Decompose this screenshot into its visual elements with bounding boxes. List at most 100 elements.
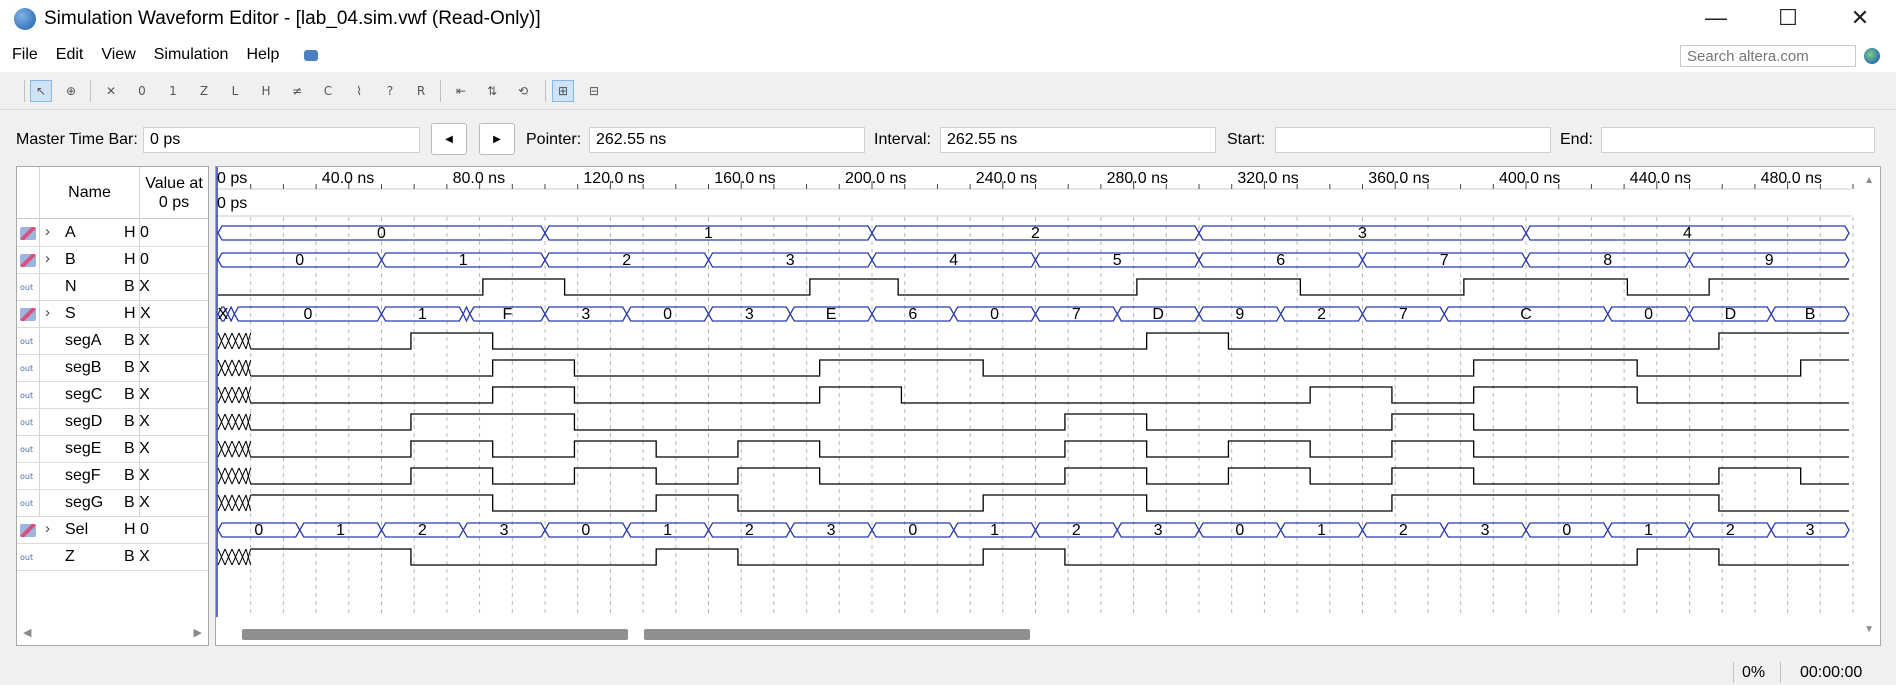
random-values-icon[interactable]: ?: [379, 80, 401, 102]
bus-value-label: 1: [990, 522, 999, 539]
waveform-panel[interactable]: 0 ps 40.0 ns 80.0 ns 120.0 ns 160.0 ns 200.0 …: [215, 166, 1881, 646]
signal-name: Sel: [65, 521, 89, 538]
menu-file[interactable]: File: [5, 46, 45, 64]
selection-tool-icon[interactable]: ↖: [30, 80, 52, 102]
bus-value-label: 9: [1235, 306, 1244, 323]
signal-value: H 0: [124, 521, 149, 538]
signal-row-n[interactable]: out N B X: [17, 274, 208, 301]
signal-row-segg[interactable]: out segG B X: [17, 490, 208, 517]
bus-value-label: 1: [704, 225, 713, 242]
names-horizontal-scrollbar[interactable]: ◀ ▶: [17, 623, 208, 645]
next-transition-button[interactable]: ▶: [479, 123, 515, 155]
force-high-impedance-icon[interactable]: Z: [193, 80, 215, 102]
globe-icon[interactable]: [1864, 48, 1880, 64]
group-icon[interactable]: ⊟: [583, 80, 605, 102]
status-separator: [1780, 662, 1781, 683]
bus-value-label: B: [1805, 306, 1816, 323]
bus-value-label: 3: [827, 522, 836, 539]
overwrite-value-icon[interactable]: R: [410, 80, 432, 102]
ruler-tick-label: 0 ps: [217, 170, 247, 187]
output-pin-icon: out: [20, 337, 34, 346]
expand-chevron-icon[interactable]: ›: [45, 304, 50, 321]
bus-segment: [227, 305, 236, 323]
grid-icon[interactable]: ⊞: [552, 80, 574, 102]
signal-row-sega[interactable]: out segA B X: [17, 328, 208, 355]
bus-value-label: 0: [581, 522, 590, 539]
ruler-tick-label: 80.0 ns: [453, 170, 505, 187]
ruler-tick-label: 400.0 ns: [1499, 170, 1560, 187]
signal-row-segc[interactable]: out segC B X: [17, 382, 208, 409]
ruler-tick-label: 480.0 ns: [1761, 170, 1822, 187]
count-value-icon[interactable]: C: [317, 80, 339, 102]
bus-value-label: 1: [336, 522, 345, 539]
invert-icon[interactable]: ≠: [286, 80, 308, 102]
bus-value-label: 0: [377, 225, 386, 242]
waveform-canvas[interactable]: 0 ps 40.0 ns 80.0 ns 120.0 ns 160.0 ns 200.0 …: [216, 167, 1880, 622]
menu-view[interactable]: View: [94, 46, 142, 64]
signal-name: segD: [65, 413, 103, 430]
scroll-up-icon[interactable]: ▲: [1864, 175, 1874, 186]
maximize-button[interactable]: ☐: [1752, 0, 1824, 36]
signal-value: B X: [124, 440, 150, 457]
force-low-icon[interactable]: 0: [131, 80, 153, 102]
value-at-label: Value at: [145, 175, 203, 192]
start-label: Start:: [1227, 131, 1266, 148]
reset-icon[interactable]: ⟲: [512, 80, 534, 102]
clock-icon[interactable]: ⌇: [348, 80, 370, 102]
menu-simulation[interactable]: Simulation: [147, 46, 236, 64]
name-column-header[interactable]: Name: [39, 167, 139, 219]
snap-to-grid-icon[interactable]: ⇤: [450, 80, 472, 102]
signal-row-sege[interactable]: out segE B X: [17, 436, 208, 463]
bus-value-label: 7: [1399, 306, 1408, 323]
bus-value-label: 3: [786, 252, 795, 269]
force-weak-low-icon[interactable]: L: [224, 80, 246, 102]
output-pin-icon: out: [20, 499, 34, 508]
waveform-scrollbar-thumb-left[interactable]: [242, 629, 628, 640]
signal-row-segd[interactable]: out segD B X: [17, 409, 208, 436]
close-button[interactable]: ✕: [1824, 0, 1896, 36]
force-weak-high-icon[interactable]: H: [255, 80, 277, 102]
expand-chevron-icon[interactable]: ›: [45, 520, 50, 537]
ruler-tick-label: 40.0 ns: [322, 170, 374, 187]
scroll-left-icon[interactable]: ◀: [23, 626, 31, 639]
signal-row-a[interactable]: › A H 0: [17, 220, 208, 247]
window-title: Simulation Waveform Editor - [lab_04.sim…: [44, 8, 541, 29]
signal-waveform-segb: [250, 359, 1849, 377]
bus-value-label: 6: [908, 306, 917, 323]
scroll-down-icon[interactable]: ▼: [1864, 624, 1874, 635]
menu-bar: File Edit View Simulation Help: [0, 38, 1896, 72]
signal-row-sel[interactable]: › Sel H 0: [17, 517, 208, 544]
ruler-tick-label: 360.0 ns: [1368, 170, 1429, 187]
scroll-right-icon[interactable]: ▶: [194, 626, 202, 639]
sort-icon[interactable]: ⇅: [481, 80, 503, 102]
signal-name: Z: [65, 548, 75, 565]
expand-chevron-icon[interactable]: ›: [45, 223, 50, 240]
signal-row-z[interactable]: out Z B X: [17, 544, 208, 571]
master-time-bar-field[interactable]: 0 ps: [143, 127, 420, 153]
force-unknown-icon[interactable]: ✕: [100, 80, 122, 102]
signal-name: segE: [65, 440, 102, 457]
zoom-tool-icon[interactable]: ⊕: [60, 80, 82, 102]
status-bar: 0% 00:00:00: [0, 660, 1896, 685]
menu-help[interactable]: Help: [239, 46, 286, 64]
signal-row-b[interactable]: › B H 0: [17, 247, 208, 274]
search-input[interactable]: [1680, 45, 1856, 67]
menu-edit[interactable]: Edit: [49, 46, 91, 64]
signal-row-segf[interactable]: out segF B X: [17, 463, 208, 490]
signal-row-segb[interactable]: out segB B X: [17, 355, 208, 382]
minimize-button[interactable]: —: [1680, 0, 1752, 36]
signal-waveform-segf: [250, 467, 1849, 485]
force-high-icon[interactable]: 1: [162, 80, 184, 102]
previous-transition-button[interactable]: ◀: [431, 123, 467, 155]
feedback-icon[interactable]: [304, 49, 319, 61]
end-field: [1601, 127, 1875, 153]
value-column-header[interactable]: Value at 0 ps: [139, 167, 208, 219]
output-pin-icon: out: [20, 283, 34, 292]
signal-waveform-sega: [250, 332, 1849, 350]
expand-chevron-icon[interactable]: ›: [45, 250, 50, 267]
ruler-tick-label: 280.0 ns: [1107, 170, 1168, 187]
signal-value: B X: [124, 278, 150, 295]
waveform-scrollbar-thumb-right[interactable]: [644, 629, 1030, 640]
signal-row-s[interactable]: › S H X: [17, 301, 208, 328]
bus-value-label: 9: [1765, 252, 1774, 269]
